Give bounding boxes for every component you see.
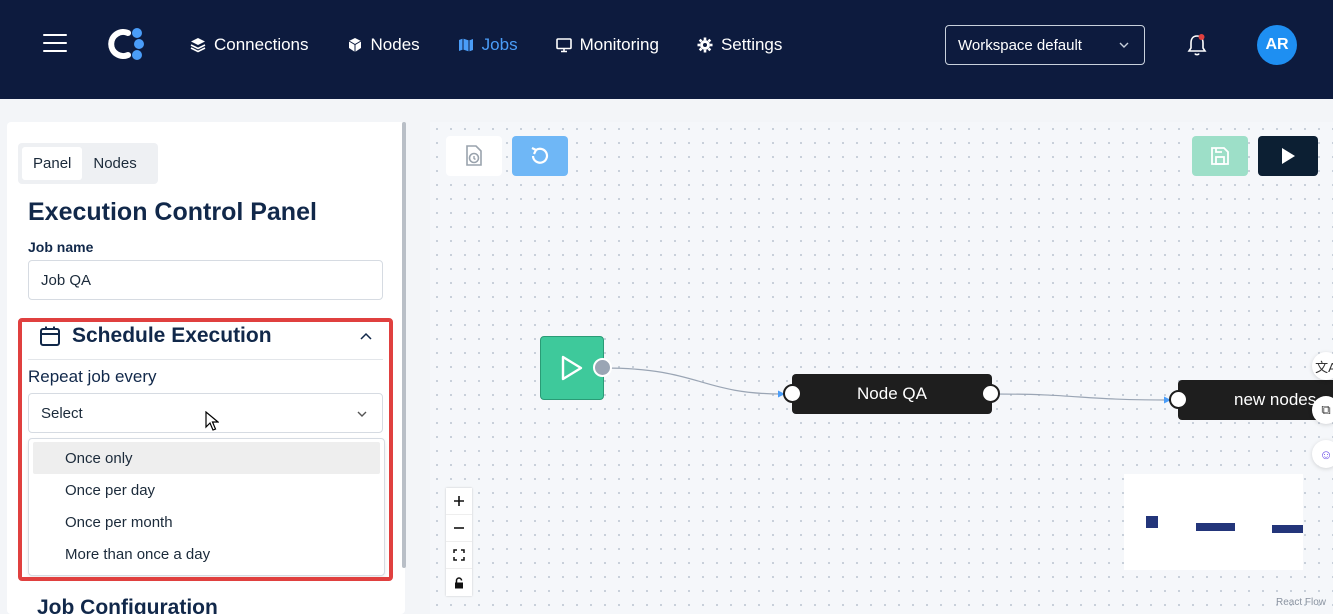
file-clock-icon — [466, 145, 482, 166]
rotate-ccw-icon — [531, 147, 549, 164]
apps-icon[interactable]: ⧉ — [1312, 396, 1333, 424]
flow-controls — [446, 488, 472, 596]
start-node-output-handle[interactable] — [593, 358, 612, 377]
lock-icon — [455, 576, 463, 588]
notification-bell-icon[interactable] — [1186, 33, 1208, 57]
schedule-highlight-box — [18, 318, 393, 581]
workspace-label: Workspace default — [958, 36, 1082, 54]
node-qa-output-handle[interactable] — [981, 384, 1000, 403]
mouse-cursor-icon — [205, 411, 219, 431]
nav-label: Monitoring — [579, 35, 659, 54]
nav-label: Settings — [720, 35, 783, 54]
main-nav: Connections Nodes Jobs Monitoring Settin… — [190, 33, 820, 57]
history-button[interactable] — [446, 136, 502, 176]
play-outline-icon — [561, 355, 583, 381]
panel-tabs: Panel Nodes — [18, 143, 158, 184]
zoom-out-button[interactable] — [446, 515, 472, 542]
play-icon — [1282, 148, 1295, 164]
minimap-start-node — [1146, 516, 1158, 528]
fit-view-icon — [453, 549, 465, 561]
assistant-icon[interactable]: ☺ — [1312, 440, 1333, 468]
nav-label: Jobs — [481, 35, 518, 54]
translate-icon[interactable]: 文A — [1312, 352, 1333, 380]
job-name-field[interactable]: Job QA — [28, 260, 383, 300]
layers-icon — [190, 38, 206, 53]
monitor-icon — [555, 38, 572, 53]
app-logo[interactable] — [106, 24, 146, 64]
plus-icon — [454, 496, 464, 506]
lock-button[interactable] — [446, 569, 472, 596]
job-name-label: Job name — [28, 239, 94, 255]
minus-icon — [454, 527, 464, 529]
nav-nodes[interactable]: Nodes — [347, 33, 420, 57]
minimap-new-nodes — [1272, 525, 1311, 533]
nav-jobs[interactable]: Jobs — [458, 33, 518, 57]
nav-connections[interactable]: Connections — [190, 33, 309, 57]
cube-icon — [348, 38, 361, 52]
minimap-node-qa — [1196, 523, 1235, 531]
react-flow-attribution[interactable]: React Flow — [1276, 597, 1326, 608]
panel-scrollbar[interactable] — [402, 122, 406, 568]
flow-node-new-nodes[interactable]: new nodes — [1178, 380, 1333, 420]
nav-label: Nodes — [370, 35, 420, 54]
page-title: Execution Control Panel — [28, 198, 317, 226]
save-button[interactable] — [1192, 136, 1248, 176]
tab-panel[interactable]: Panel — [22, 147, 83, 180]
reset-button[interactable] — [512, 136, 568, 176]
node-label: Node QA — [857, 384, 927, 403]
nav-monitoring[interactable]: Monitoring — [555, 33, 659, 57]
zoom-in-button[interactable] — [446, 488, 472, 515]
flow-node-node-qa[interactable]: Node QA — [792, 374, 992, 414]
avatar[interactable]: AR — [1257, 25, 1297, 65]
execution-control-panel: Panel Nodes Execution Control Panel Job … — [7, 122, 405, 614]
map-icon — [458, 38, 473, 52]
menu-icon[interactable] — [43, 34, 67, 52]
minimap[interactable] — [1124, 474, 1312, 570]
new-nodes-input-handle[interactable] — [1169, 390, 1188, 409]
node-label: new nodes — [1234, 390, 1317, 409]
tab-nodes[interactable]: Nodes — [82, 147, 147, 180]
fit-view-button[interactable] — [446, 542, 472, 569]
chevron-down-icon — [1119, 42, 1129, 48]
job-name-value: Job QA — [41, 271, 92, 289]
workspace-select[interactable]: Workspace default — [945, 25, 1145, 65]
gear-icon — [697, 37, 713, 53]
nav-label: Connections — [214, 35, 309, 54]
run-button[interactable] — [1258, 136, 1318, 176]
nav-settings[interactable]: Settings — [697, 33, 782, 57]
top-navbar: Connections Nodes Jobs Monitoring Settin… — [0, 0, 1333, 99]
job-configuration-header[interactable]: Job Configuration — [37, 596, 218, 614]
save-icon — [1211, 147, 1229, 165]
node-qa-input-handle[interactable] — [783, 384, 802, 403]
